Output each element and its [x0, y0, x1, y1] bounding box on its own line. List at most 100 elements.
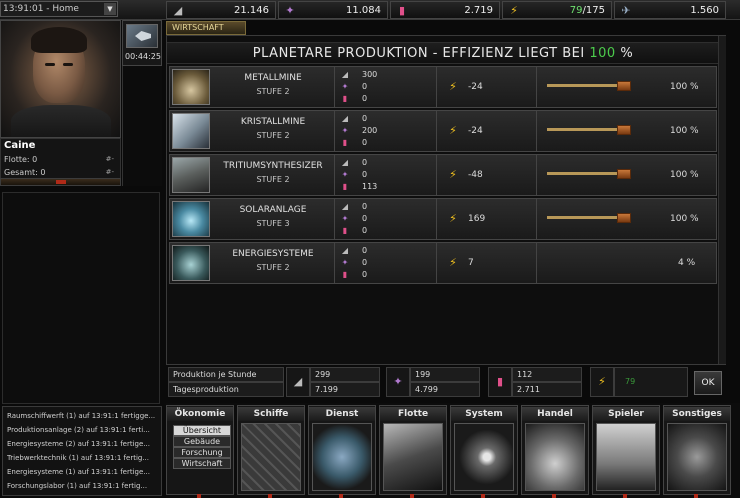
misc-image[interactable] [667, 423, 727, 491]
building-name: TRITIUMSYNTHESIZER [223, 161, 323, 171]
player-image[interactable] [596, 423, 656, 491]
energiesysteme-image[interactable] [172, 245, 210, 281]
ship-queue-item[interactable]: 00:44:25 [122, 20, 162, 66]
resource-metal: ◢ 21.146 [166, 1, 276, 19]
nav-schiffe-label[interactable]: Schiffe [238, 407, 304, 421]
crystal-day: 4.799 [410, 382, 480, 397]
production-slider[interactable] [547, 81, 631, 91]
crystal-value: 0 [362, 170, 368, 179]
tritiumsynthesizer-image[interactable] [172, 157, 210, 193]
metal-hour: 299 [310, 367, 380, 382]
tritium-icon: ▮ [342, 94, 348, 103]
ok-button[interactable]: OK [694, 371, 722, 395]
left-panel [2, 192, 160, 404]
event-log[interactable]: Raumschiffwerft (1) auf 13:91:1 fertigge… [2, 406, 162, 496]
tritium-icon: ▮ [398, 4, 406, 17]
tritium-value: 0 [362, 270, 368, 279]
commander-name: Caine [4, 140, 36, 151]
slider-handle[interactable] [617, 125, 631, 135]
nav-dienst[interactable]: Dienst [308, 405, 376, 498]
energy-icon: ⚡ [449, 256, 457, 269]
resource-metal-value: 21.146 [234, 5, 269, 16]
nav-okonomie[interactable]: Ökonomie Übersicht Gebäude Forschung Wir… [166, 405, 234, 498]
subnav-ubersicht[interactable]: Übersicht [173, 425, 231, 436]
subnav-gebaude[interactable]: Gebäude [173, 436, 231, 447]
event-log-item[interactable]: Forschungslabor (1) auf 13:91:1 fertig..… [7, 479, 157, 493]
chevron-down-icon[interactable]: ▼ [104, 3, 116, 15]
nav-sonstiges[interactable]: Sonstiges [663, 405, 731, 498]
metal-value: 0 [362, 158, 368, 167]
metal-icon: ◢ [341, 158, 349, 167]
resource-tritium-value: 2.719 [464, 5, 493, 16]
nav-okonomie-label[interactable]: Ökonomie [167, 407, 233, 421]
energy-icon: ⚡ [449, 168, 457, 181]
ship-queue-column [122, 66, 162, 186]
nav-schiffe[interactable]: Schiffe [237, 405, 305, 498]
energy-value: 7 [468, 258, 474, 268]
resource-ships-value: 1.560 [690, 5, 719, 16]
building-name: METALLMINE [244, 73, 302, 83]
ship-icon: ✈ [621, 4, 631, 17]
per-hour-label: Produktion je Stunde [168, 367, 284, 382]
event-log-item[interactable]: Produktionsanlage (2) auf 13:91:1 ferti.… [7, 423, 157, 437]
event-log-item[interactable]: Triebwerktechnik (1) auf 13:91:1 fertig.… [7, 451, 157, 465]
event-log-item[interactable]: Raumschiffwerft (1) auf 13:91:1 fertigge… [7, 409, 157, 423]
slider-handle[interactable] [617, 169, 631, 179]
nav-spieler-label[interactable]: Spieler [593, 407, 659, 421]
nav-handel[interactable]: Handel [521, 405, 589, 498]
resource-ships: ✈ 1.560 [614, 1, 726, 19]
scrollbar[interactable] [718, 36, 726, 364]
metal-value: 0 [362, 246, 368, 255]
building-row-kristallmine: KRISTALLMINE STUFE 2 ◢ 0 ✦ 200 ▮ 0 ⚡ -24… [169, 110, 717, 152]
slider-handle[interactable] [617, 81, 631, 91]
energy-icon: ⚡ [510, 4, 518, 17]
energy-value: -48 [468, 170, 483, 180]
metallmine-image[interactable] [172, 69, 210, 105]
building-row-energiesysteme: ENERGIESYSTEME STUFE 2 ◢ 0 ✦ 0 ▮ 0 ⚡ 7 4… [169, 242, 717, 284]
nav-dienst-label[interactable]: Dienst [309, 407, 375, 421]
commander-portrait[interactable] [0, 20, 121, 138]
efficiency-unit: % [620, 46, 634, 61]
building-level: STUFE 2 [256, 87, 290, 96]
nav-system[interactable]: System [450, 405, 518, 498]
nav-flotte-label[interactable]: Flotte [380, 407, 446, 421]
tritium-value: 0 [362, 226, 368, 235]
metal-icon: ◢ [341, 246, 349, 255]
event-log-item[interactable]: Energiesysteme (2) auf 13:91:1 fertige..… [7, 437, 157, 451]
energy-total: /175 [582, 5, 605, 16]
nav-flotte[interactable]: Flotte [379, 405, 447, 498]
nav-system-label[interactable]: System [451, 407, 517, 421]
top-resource-bar: 13:91:01 - Home ▼ ◢ 21.146 ✦ 11.084 ▮ 2.… [0, 0, 740, 20]
trade-image[interactable] [525, 423, 585, 491]
nav-handel-label[interactable]: Handel [522, 407, 588, 421]
metal-day: 7.199 [310, 382, 380, 397]
metal-icon: ◢ [341, 202, 349, 211]
tab-wirtschaft[interactable]: WIRTSCHAFT [166, 21, 246, 35]
efficiency-value: 100 [589, 46, 616, 61]
energy-total: 79 [614, 367, 688, 397]
production-slider[interactable] [547, 125, 631, 135]
service-image[interactable] [312, 423, 372, 491]
crystal-value: 0 [362, 258, 368, 267]
solaranlage-image[interactable] [172, 201, 210, 237]
fleet-image[interactable] [383, 423, 443, 491]
tritium-icon: ▮ [342, 226, 348, 235]
subnav-forschung[interactable]: Forschung [173, 447, 231, 458]
kristallmine-image[interactable] [172, 113, 210, 149]
nav-spieler[interactable]: Spieler [592, 405, 660, 498]
system-image[interactable] [454, 423, 514, 491]
energy-value: 169 [468, 214, 486, 224]
subnav-wirtschaft[interactable]: Wirtschaft [173, 458, 231, 469]
production-slider[interactable] [547, 213, 631, 223]
production-slider[interactable] [547, 169, 631, 179]
main-navigation: Ökonomie Übersicht Gebäude Forschung Wir… [166, 403, 740, 498]
nav-sonstiges-label[interactable]: Sonstiges [664, 407, 730, 421]
resource-energy: ⚡ 79/175 [502, 1, 612, 19]
resource-crystal: ✦ 11.084 [278, 1, 388, 19]
shipyard-image[interactable] [241, 423, 301, 491]
slider-handle[interactable] [617, 213, 631, 223]
event-log-item[interactable]: Energiesysteme (1) auf 13:91:1 fertige..… [7, 465, 157, 479]
commander-flotte: Flotte: 0 [4, 155, 38, 164]
crystal-icon: ✦ [341, 126, 349, 135]
planet-select[interactable]: 13:91:01 - Home ▼ [0, 1, 118, 17]
